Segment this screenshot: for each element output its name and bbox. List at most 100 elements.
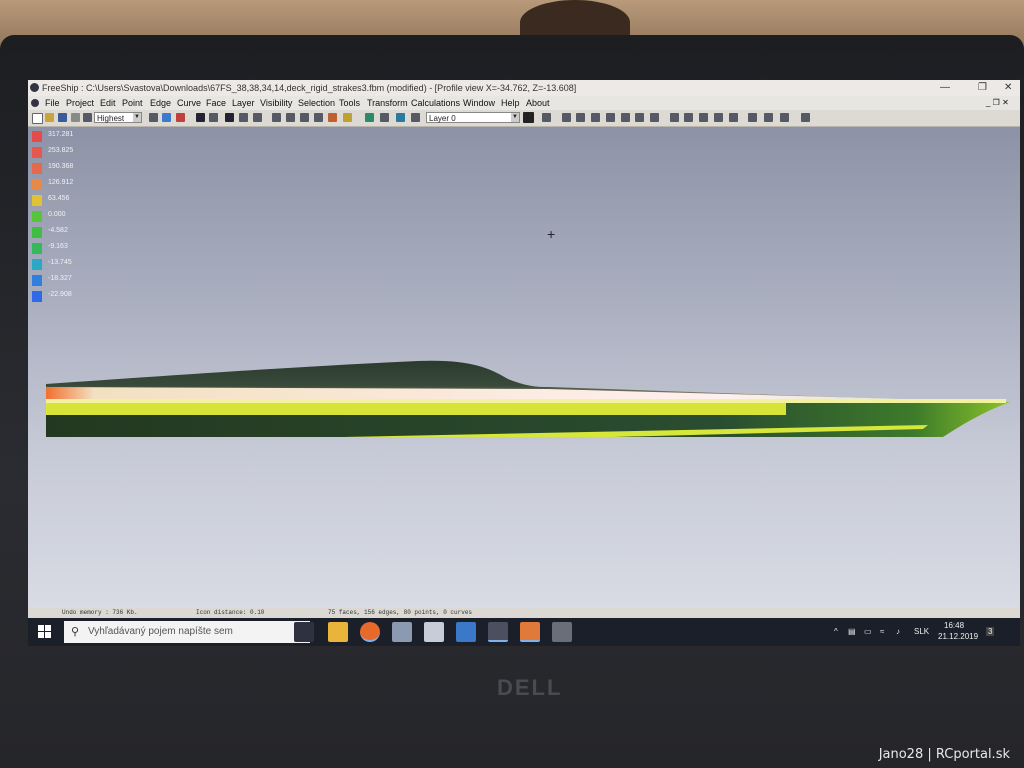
menu-curve[interactable]: Curve (177, 96, 201, 110)
menu-window[interactable]: Window (463, 96, 495, 110)
menu-face[interactable]: Face (206, 96, 226, 110)
add-point-icon[interactable] (562, 113, 571, 122)
menu-about[interactable]: About (526, 96, 550, 110)
calculator-icon[interactable] (552, 622, 572, 642)
hydrostatics-icon[interactable] (801, 113, 810, 122)
swap-edge-icon[interactable] (684, 113, 693, 122)
clock-date[interactable]: 21.12.2019 (938, 632, 978, 641)
menu-layer[interactable]: Layer (232, 96, 255, 110)
menu-edge[interactable]: Edge (150, 96, 171, 110)
add-face-icon[interactable] (591, 113, 600, 122)
undo-icon[interactable] (83, 113, 92, 122)
window-title: FreeShip : C:\Users\Svastova\Downloads\6… (42, 83, 577, 93)
status-undo-memory: Undo memory : 736 Kb. (62, 609, 138, 616)
flowlines-icon[interactable] (328, 113, 337, 122)
view-bodyplan-icon[interactable] (149, 113, 158, 122)
network-icon[interactable]: ▤ (848, 627, 856, 636)
start-button[interactable] (38, 625, 52, 639)
menu-file[interactable]: File (45, 96, 60, 110)
connect-edge-icon[interactable] (576, 113, 585, 122)
menu-help[interactable]: Help (501, 96, 520, 110)
menu-visibility[interactable]: Visibility (260, 96, 292, 110)
grid-icon[interactable] (209, 113, 218, 122)
fair-icon[interactable] (764, 113, 773, 122)
save-file-icon[interactable] (58, 113, 67, 122)
print-icon[interactable] (71, 113, 80, 122)
face-layer-icon[interactable] (714, 113, 723, 122)
extrude-icon[interactable] (650, 113, 659, 122)
precision-value: Highest (97, 114, 125, 123)
close-icon[interactable]: ✕ (1004, 80, 1012, 96)
firefox-icon[interactable] (360, 622, 380, 642)
shade-icon[interactable] (196, 113, 205, 122)
zebra-icon[interactable] (239, 113, 248, 122)
legend-swatch (32, 163, 42, 174)
new-file-icon[interactable] (32, 113, 43, 124)
menu-selection[interactable]: Selection (298, 96, 335, 110)
document-icon[interactable] (31, 99, 39, 107)
layer-color-icon[interactable] (396, 113, 405, 122)
file-explorer-icon[interactable] (328, 622, 348, 642)
open-file-icon[interactable] (45, 113, 54, 122)
chevron-down-icon[interactable]: ▼ (511, 113, 519, 122)
layer-settings-icon[interactable] (542, 113, 551, 122)
maximize-icon[interactable]: ❐ (978, 80, 987, 96)
markers-icon[interactable] (343, 113, 352, 122)
menu-calculations[interactable]: Calculations (411, 96, 460, 110)
control-net-icon[interactable] (314, 113, 323, 122)
profile-viewport[interactable]: 317.281 253.825 190.368 126.912 63.456 0… (28, 127, 1020, 608)
battery-icon[interactable]: ▭ (864, 627, 872, 636)
chevron-down-icon[interactable]: ▼ (133, 113, 141, 122)
split-edge-icon[interactable] (670, 113, 679, 122)
layer-grid-icon[interactable] (411, 113, 420, 122)
lock-icon[interactable] (621, 113, 630, 122)
toolbar: Highest ▼ Layer 0 ▼ (28, 110, 1020, 127)
face-invert-icon[interactable] (699, 113, 708, 122)
view-plan-icon[interactable] (176, 113, 185, 122)
freeship-app-icon (30, 83, 39, 92)
layer-combo[interactable]: Layer 0 ▼ (426, 112, 520, 123)
intersect-icon[interactable] (748, 113, 757, 122)
menu-project[interactable]: Project (66, 96, 94, 110)
language-indicator[interactable]: SLK (914, 627, 929, 636)
store-icon[interactable] (456, 622, 476, 642)
menu-transform[interactable]: Transform (367, 96, 408, 110)
wifi-icon[interactable]: ≈ (880, 627, 884, 636)
precision-combo[interactable]: Highest ▼ (94, 112, 142, 123)
app-icon[interactable] (392, 622, 412, 642)
legend-swatch (32, 275, 42, 286)
curve-icon[interactable] (729, 113, 738, 122)
taskbar-search-input[interactable]: ⚲ Vyhľadávaný pojem napíšte sem (64, 621, 310, 643)
monitor-brand-logo: DELL (497, 675, 563, 700)
legend-item: -4.582 (32, 225, 92, 240)
minimize-icon[interactable]: — (940, 80, 950, 96)
menu-edit[interactable]: Edit (100, 96, 116, 110)
curvature-icon[interactable] (225, 113, 234, 122)
word-icon[interactable] (520, 622, 540, 642)
layer-color-swatch[interactable] (523, 112, 534, 123)
buttocks-icon[interactable] (272, 113, 281, 122)
freeship-taskbar-icon[interactable] (488, 622, 508, 642)
legend-swatch (32, 179, 42, 190)
volume-icon[interactable]: ♪ (896, 627, 900, 636)
layer-properties-icon[interactable] (380, 113, 389, 122)
window-titlebar[interactable]: FreeShip : C:\Users\Svastova\Downloads\6… (28, 80, 1020, 96)
menu-point[interactable]: Point (122, 96, 143, 110)
task-view-icon[interactable] (294, 622, 314, 642)
menu-tools[interactable]: Tools (339, 96, 360, 110)
waterlines-icon[interactable] (286, 113, 295, 122)
mail-icon[interactable] (424, 622, 444, 642)
check-icon[interactable] (780, 113, 789, 122)
clock-time[interactable]: 16:48 (944, 621, 964, 630)
stations-icon[interactable] (253, 113, 262, 122)
mdi-restore-icon[interactable]: _ ❐ ✕ (986, 96, 1009, 110)
hull-model[interactable] (28, 297, 1020, 437)
view-profile-icon[interactable] (162, 113, 171, 122)
legend-swatch (32, 243, 42, 254)
layer-visibility-icon[interactable] (365, 113, 374, 122)
diagonals-icon[interactable] (300, 113, 309, 122)
notification-badge[interactable]: 3 (986, 627, 995, 636)
collapse-icon[interactable] (606, 113, 615, 122)
unlock-icon[interactable] (635, 113, 644, 122)
tray-expand-icon[interactable]: ^ (834, 627, 838, 636)
